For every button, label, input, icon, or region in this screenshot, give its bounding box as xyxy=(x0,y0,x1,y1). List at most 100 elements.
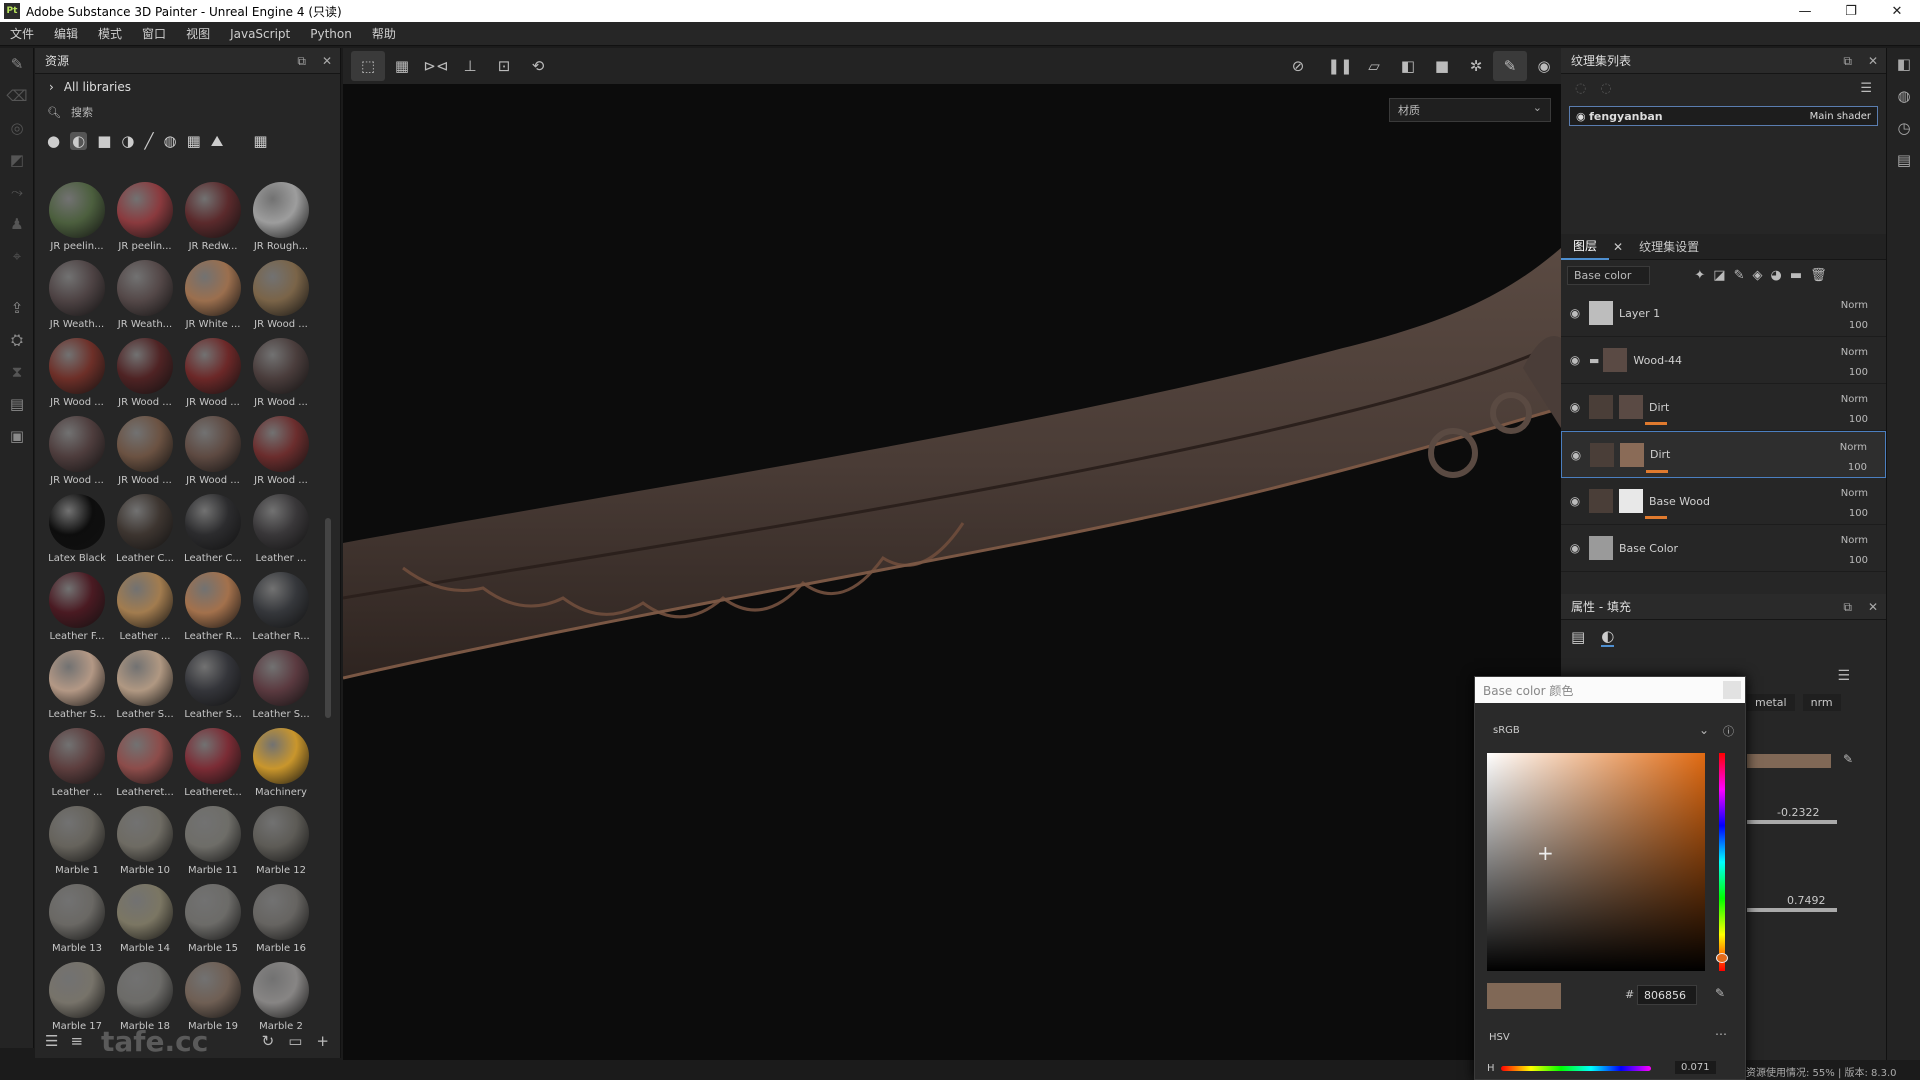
add-smart-mask-icon[interactable]: ◕ xyxy=(1770,268,1781,283)
texture-set-shader[interactable]: Main shader xyxy=(1810,111,1871,122)
eyedropper-icon[interactable]: ✎ xyxy=(1843,752,1853,766)
solo-icon[interactable]: ◌ xyxy=(1600,81,1611,96)
layer-thumb[interactable] xyxy=(1603,348,1628,372)
properties-menu-icon[interactable]: ☰ xyxy=(1837,668,1850,684)
add-mask-icon[interactable]: ◪ xyxy=(1713,268,1725,283)
layer-row[interactable]: ◉ Base Color Norm 100 xyxy=(1561,525,1886,572)
history-icon[interactable]: ◷ xyxy=(1887,112,1920,144)
eye-icon[interactable]: ◉ xyxy=(1561,400,1589,414)
list-view-icon[interactable]: ☰ xyxy=(45,1032,58,1050)
layer-row[interactable]: ◉ Dirt Norm 100 xyxy=(1561,431,1886,478)
filter-brushes-icon[interactable]: ╱ xyxy=(144,132,153,150)
asset-item[interactable]: JR Wood ... xyxy=(247,338,315,410)
layer-opacity[interactable]: 100 xyxy=(1841,363,1868,383)
texture-set-menu-icon[interactable]: ☰ xyxy=(1860,81,1872,96)
log-icon[interactable]: ▤ xyxy=(1887,144,1920,176)
add-folder-icon[interactable]: ▬ xyxy=(1790,268,1802,283)
menu-javascript[interactable]: JavaScript xyxy=(220,27,300,41)
projection-icon[interactable]: ◎ xyxy=(0,112,34,144)
filter-generators-icon[interactable]: ◑ xyxy=(121,132,134,150)
asset-item[interactable]: JR Wood ... xyxy=(179,338,247,410)
base-color-swatch[interactable] xyxy=(1747,754,1831,768)
asset-item[interactable]: JR Wood ... xyxy=(247,416,315,488)
hide-icon[interactable]: ⊘ xyxy=(1281,51,1315,81)
property-value-2[interactable]: 0.7492 xyxy=(1787,894,1826,907)
mirror-y-icon[interactable]: ⊥ xyxy=(453,51,487,81)
menu-view[interactable]: 视图 xyxy=(176,25,220,42)
layer-row[interactable]: ◉ Dirt Norm 100 xyxy=(1561,384,1886,431)
hue-slider[interactable] xyxy=(1716,753,1728,971)
menu-help[interactable]: 帮助 xyxy=(362,25,406,42)
color-picker-tool-icon[interactable]: ⌖ xyxy=(0,240,34,272)
mirror-x-icon[interactable]: ⊳⊲ xyxy=(419,51,453,81)
asset-item[interactable]: Marble 13 xyxy=(43,884,111,956)
mask-thumb[interactable] xyxy=(1589,489,1613,513)
menu-mode[interactable]: 模式 xyxy=(88,25,132,42)
camera-icon[interactable]: ■ xyxy=(1425,51,1459,81)
clone-stamp-icon[interactable]: ♟ xyxy=(0,208,34,240)
folder-icon[interactable]: ▬ xyxy=(1589,354,1599,367)
close-dialog-button[interactable] xyxy=(1723,681,1741,699)
asset-item[interactable]: JR peelin... xyxy=(111,182,179,254)
eye-icon[interactable]: ◉ xyxy=(1561,353,1589,367)
asset-item[interactable]: JR Weath... xyxy=(111,260,179,332)
filter-particles-icon[interactable]: ◍ xyxy=(164,132,177,150)
sort-icon[interactable]: ≡ xyxy=(70,1032,83,1050)
undock-icon[interactable]: ⧉ xyxy=(297,54,306,69)
layer-opacity[interactable]: 100 xyxy=(1841,410,1868,430)
layer-thumb[interactable] xyxy=(1619,395,1643,419)
eye-icon[interactable]: ◉ xyxy=(1561,306,1589,320)
eyedropper-icon[interactable]: ✎ xyxy=(1715,986,1725,1000)
layer-opacity[interactable]: 100 xyxy=(1841,551,1868,571)
chip-metal[interactable]: metal xyxy=(1747,694,1795,711)
asset-item[interactable]: Marble 15 xyxy=(179,884,247,956)
asset-item[interactable]: JR Wood ... xyxy=(111,338,179,410)
add-effect-icon[interactable]: ✦ xyxy=(1694,268,1705,283)
more-options-icon[interactable]: ⋯ xyxy=(1715,1027,1727,1041)
color-space-select[interactable]: sRGB xyxy=(1493,725,1520,736)
filter-environments-icon[interactable]: ⛰ xyxy=(211,132,224,150)
layer-row[interactable]: ◉ Layer 1 Norm 100 xyxy=(1561,290,1886,337)
eye-icon[interactable]: ◉ xyxy=(1561,541,1589,555)
asset-item[interactable]: JR Wood ... xyxy=(179,416,247,488)
hue-channel-slider[interactable] xyxy=(1501,1066,1651,1071)
tab-texture-set-settings[interactable]: 纹理集设置 xyxy=(1627,238,1711,255)
tab-layers[interactable]: 图层 xyxy=(1561,234,1610,260)
layer-opacity[interactable]: 100 xyxy=(1841,316,1868,336)
assets-scrollbar[interactable] xyxy=(325,518,331,718)
fill-properties-icon[interactable]: ▤ xyxy=(1571,628,1585,646)
menu-file[interactable]: 文件 xyxy=(0,25,44,42)
asset-item[interactable]: JR Redw... xyxy=(179,182,247,254)
display-settings-icon[interactable]: ◍ xyxy=(1887,80,1920,112)
asset-item[interactable]: Leather R... xyxy=(247,572,315,644)
color-mode-select[interactable]: HSV xyxy=(1489,1032,1510,1043)
property-slider-1[interactable] xyxy=(1747,820,1837,824)
bake-icon[interactable]: ⛭ xyxy=(0,324,34,356)
close-panel-icon[interactable]: ✕ xyxy=(1868,54,1878,68)
menu-python[interactable]: Python xyxy=(300,27,362,41)
refresh-icon[interactable]: ↻ xyxy=(262,1032,275,1050)
asset-item[interactable]: Leather F... xyxy=(43,572,111,644)
asset-item[interactable]: Leather ... xyxy=(43,728,111,800)
asset-item[interactable]: Leather ... xyxy=(247,494,315,566)
selection-mode-icon[interactable]: ⬚ xyxy=(351,51,385,81)
filter-textures-icon[interactable]: ▦ xyxy=(187,132,201,150)
undock-icon[interactable]: ⧉ xyxy=(1843,54,1852,69)
viewport[interactable]: ⬚ ▦ ⊳⊲ ⊥ ⊡ ⟲ ⊘ ❚❚ ▱ ◧ ■ ✲ ✎ ◉ 材质 xyxy=(343,48,1561,1060)
eye-icon[interactable]: ◉ xyxy=(1562,448,1590,462)
filter-materials-icon[interactable]: ● xyxy=(47,132,60,150)
asset-item[interactable]: Leather R... xyxy=(179,572,247,644)
asset-item[interactable]: Leather C... xyxy=(179,494,247,566)
asset-item[interactable]: JR Wood ... xyxy=(43,416,111,488)
add-paint-layer-icon[interactable]: ✎ xyxy=(1734,268,1745,283)
search-input[interactable]: 搜索 xyxy=(71,104,93,120)
asset-item[interactable]: Marble 10 xyxy=(111,806,179,878)
asset-item[interactable]: JR White ... xyxy=(179,260,247,332)
eye-icon[interactable]: ◉ xyxy=(1561,494,1589,508)
asset-item[interactable]: Leather ... xyxy=(111,572,179,644)
asset-item[interactable]: Marble 14 xyxy=(111,884,179,956)
mask-thumb[interactable] xyxy=(1589,395,1613,419)
asset-item[interactable]: Latex Black xyxy=(43,494,111,566)
close-button[interactable]: ✕ xyxy=(1874,0,1920,22)
layer-opacity[interactable]: 100 xyxy=(1841,504,1868,524)
